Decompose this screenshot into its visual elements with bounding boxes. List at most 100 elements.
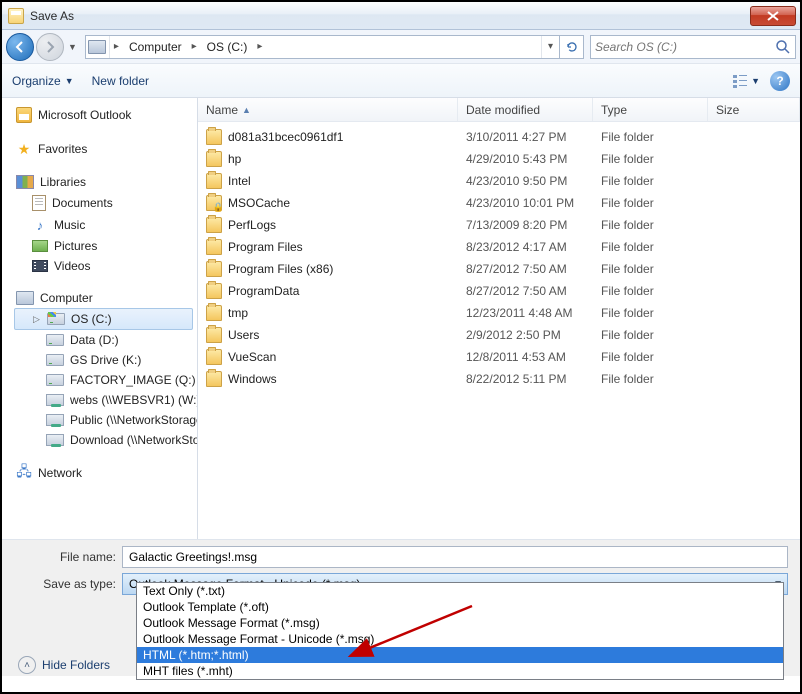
folder-icon (206, 261, 222, 277)
file-date: 12/8/2011 4:53 AM (458, 349, 593, 365)
saveastype-option[interactable]: Outlook Message Format - Unicode (*.msg) (137, 631, 783, 647)
folder-icon (206, 217, 222, 233)
forward-arrow-icon (43, 40, 57, 54)
sidebar-item-os-drive[interactable]: ▷OS (C:) (14, 308, 193, 330)
file-date: 4/23/2010 10:01 PM (458, 195, 593, 211)
chevron-right-icon[interactable]: ▸ (253, 36, 266, 58)
help-button[interactable]: ? (770, 71, 790, 91)
sidebar-item-videos[interactable]: Videos (10, 256, 197, 276)
title-bar: Save As (2, 2, 800, 30)
recent-locations-dropdown[interactable]: ▼ (66, 42, 79, 52)
refresh-icon (565, 40, 579, 54)
music-icon: ♪ (32, 217, 48, 233)
table-row[interactable]: hp4/29/2010 5:43 PMFile folder (198, 148, 800, 170)
chevron-right-icon[interactable]: ▸ (188, 36, 201, 58)
table-row[interactable]: ProgramData8/27/2012 7:50 AMFile folder (198, 280, 800, 302)
sort-asc-icon: ▲ (242, 105, 251, 115)
sidebar-item-public-drive[interactable]: Public (\\NetworkStorage) (10, 410, 197, 430)
file-name: VueScan (228, 350, 276, 364)
libraries-icon (16, 175, 34, 189)
sidebar-item-favorites[interactable]: ★Favorites (2, 138, 197, 160)
sidebar-item-factory-drive[interactable]: FACTORY_IMAGE (Q:) (10, 370, 197, 390)
netdrive-icon (46, 394, 64, 406)
sidebar-item-network[interactable]: 🖧Network (2, 462, 197, 484)
file-type: File folder (593, 371, 708, 387)
table-row[interactable]: Users2/9/2012 2:50 PMFile folder (198, 324, 800, 346)
saveastype-option[interactable]: Outlook Message Format (*.msg) (137, 615, 783, 631)
new-folder-button[interactable]: New folder (92, 74, 149, 88)
sidebar-item-download-drive[interactable]: Download (\\NetworkStorage) (10, 430, 197, 450)
file-date: 4/29/2010 5:43 PM (458, 151, 593, 167)
file-date: 4/23/2010 9:50 PM (458, 173, 593, 189)
table-row[interactable]: Windows8/22/2012 5:11 PMFile folder (198, 368, 800, 390)
search-input[interactable] (595, 40, 775, 54)
table-row[interactable]: d081a31bcec0961df13/10/2011 4:27 PMFile … (198, 126, 800, 148)
saveastype-option[interactable]: Text Only (*.txt) (137, 583, 783, 599)
chevron-right-icon[interactable]: ▸ (110, 36, 123, 58)
table-row[interactable]: tmp12/23/2011 4:48 AMFile folder (198, 302, 800, 324)
nav-bar: ▼ ▸ Computer ▸ OS (C:) ▸ ▾ (2, 30, 800, 64)
saveastype-option[interactable]: Outlook Template (*.oft) (137, 599, 783, 615)
col-name[interactable]: Name▲ (198, 98, 458, 121)
sidebar-item-pictures[interactable]: Pictures (10, 236, 197, 256)
sidebar-item-webs-drive[interactable]: webs (\\WEBSVR1) (W:) (10, 390, 197, 410)
file-name: Intel (228, 174, 251, 188)
sidebar-item-libraries[interactable]: Libraries (2, 172, 197, 192)
file-name: MSOCache (228, 196, 290, 210)
refresh-button[interactable] (559, 36, 583, 58)
folder-icon (206, 173, 222, 189)
computer-icon (16, 291, 34, 305)
file-type: File folder (593, 151, 708, 167)
file-date: 8/23/2012 4:17 AM (458, 239, 593, 255)
file-name: PerfLogs (228, 218, 276, 232)
table-row[interactable]: PerfLogs7/13/2009 8:20 PMFile folder (198, 214, 800, 236)
drive-icon (47, 313, 65, 325)
breadcrumb[interactable]: OS (C:) (201, 36, 254, 58)
table-row[interactable]: Intel4/23/2010 9:50 PMFile folder (198, 170, 800, 192)
folder-icon (206, 151, 222, 167)
filename-input[interactable] (122, 546, 788, 568)
file-type: File folder (593, 239, 708, 255)
sidebar-item-documents[interactable]: Documents (10, 192, 197, 214)
address-bar[interactable]: ▸ Computer ▸ OS (C:) ▸ ▾ (85, 35, 584, 59)
expand-icon[interactable]: ▷ (33, 314, 40, 325)
view-options-button[interactable]: ▼ (732, 74, 760, 88)
sidebar-item-data-drive[interactable]: Data (D:) (10, 330, 197, 350)
col-type[interactable]: Type (593, 98, 708, 121)
sidebar-item-gs-drive[interactable]: GS Drive (K:) (10, 350, 197, 370)
saveastype-dropdown[interactable]: Text Only (*.txt)Outlook Template (*.oft… (136, 582, 784, 680)
table-row[interactable]: VueScan12/8/2011 4:53 AMFile folder (198, 346, 800, 368)
sidebar-item-computer[interactable]: Computer (2, 288, 197, 308)
search-box[interactable] (590, 35, 796, 59)
table-row[interactable]: Program Files8/23/2012 4:17 AMFile folde… (198, 236, 800, 258)
table-row[interactable]: Program Files (x86)8/27/2012 7:50 AMFile… (198, 258, 800, 280)
search-icon (775, 39, 791, 55)
file-date: 12/23/2011 4:48 AM (458, 305, 593, 321)
hide-folders-button[interactable]: ˄ Hide Folders (18, 656, 110, 674)
breadcrumb[interactable]: Computer (123, 36, 188, 58)
folder-icon (206, 239, 222, 255)
col-size[interactable]: Size (708, 98, 800, 121)
folder-icon (206, 327, 222, 343)
file-type: File folder (593, 261, 708, 277)
folder-icon (206, 195, 222, 211)
document-icon (32, 195, 46, 211)
file-list[interactable]: d081a31bcec0961df13/10/2011 4:27 PMFile … (198, 122, 800, 539)
close-button[interactable] (750, 6, 796, 26)
saveastype-option[interactable]: MHT files (*.mht) (137, 663, 783, 679)
file-type: File folder (593, 217, 708, 233)
col-date[interactable]: Date modified (458, 98, 593, 121)
file-date: 8/22/2012 5:11 PM (458, 371, 593, 387)
back-button[interactable] (6, 33, 34, 61)
forward-button[interactable] (36, 33, 64, 61)
address-dropdown[interactable]: ▾ (541, 36, 559, 58)
saveastype-option[interactable]: HTML (*.htm;*.html) (137, 647, 783, 663)
organize-menu[interactable]: Organize ▼ (12, 74, 74, 88)
folder-icon (206, 305, 222, 321)
sidebar-item-outlook[interactable]: Microsoft Outlook (2, 104, 197, 126)
folder-icon (206, 283, 222, 299)
app-icon (8, 8, 24, 24)
table-row[interactable]: MSOCache4/23/2010 10:01 PMFile folder (198, 192, 800, 214)
star-icon: ★ (16, 141, 32, 157)
sidebar-item-music[interactable]: ♪Music (10, 214, 197, 236)
